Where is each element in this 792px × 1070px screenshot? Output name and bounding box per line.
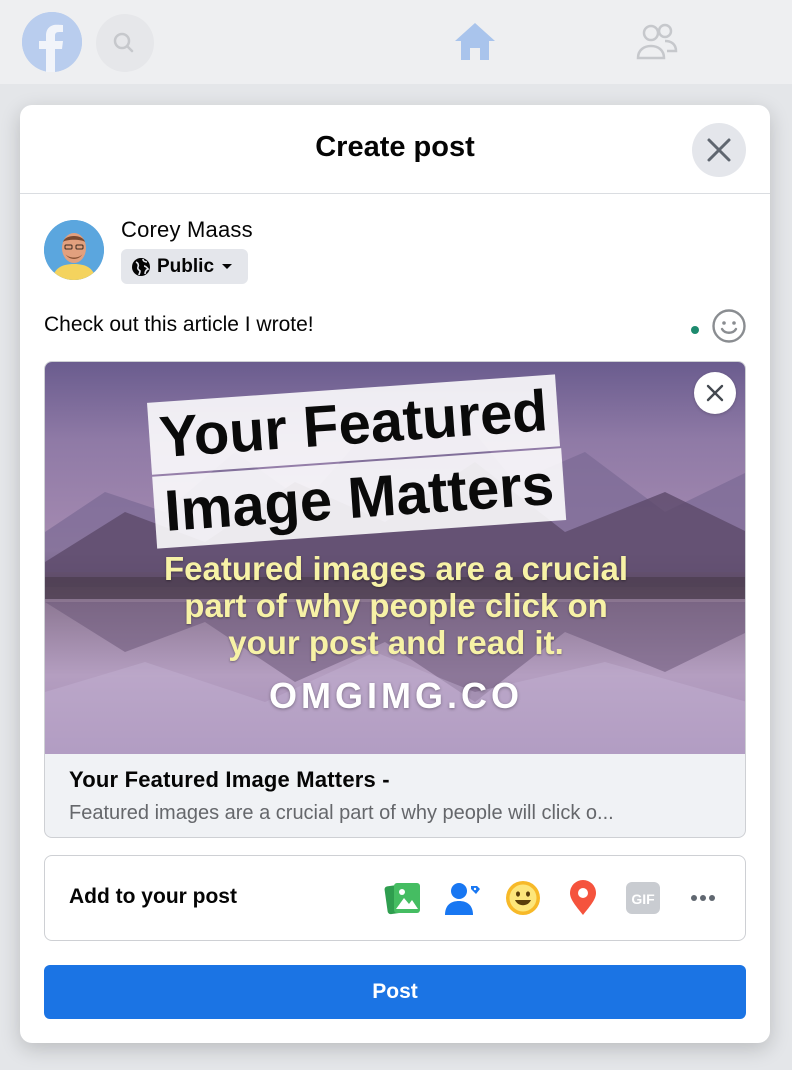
feeling-icon [506, 881, 540, 915]
feeling-activity-button[interactable] [503, 878, 543, 918]
photo-video-button[interactable] [383, 878, 423, 918]
link-preview-title: Your Featured Image Matters - [69, 767, 390, 792]
dialog-header: Create post [20, 105, 770, 194]
facebook-logo-icon[interactable] [22, 12, 82, 72]
close-icon [707, 138, 731, 162]
tag-people-icon [445, 883, 480, 915]
more-icon [691, 895, 715, 901]
audience-selector[interactable]: Public [121, 249, 249, 284]
add-to-post-bar: Add to your post GIF [44, 855, 746, 941]
post-text-input[interactable]: Check out this article I wrote! [44, 313, 314, 337]
author-section: Corey Maass Public [44, 217, 644, 287]
photo-video-icon [384, 883, 420, 915]
gif-icon: GIF [626, 882, 660, 914]
close-button[interactable] [692, 123, 746, 177]
check-in-icon [570, 880, 596, 915]
more-options-button[interactable] [683, 878, 723, 918]
audience-label: Public [157, 255, 215, 277]
post-button[interactable]: Post [44, 965, 746, 1019]
friends-icon[interactable] [634, 22, 680, 67]
avatar [44, 220, 104, 280]
smiley-icon [712, 309, 746, 343]
gif-button[interactable]: GIF [623, 878, 663, 918]
image-subtext: your post and read it. [228, 624, 564, 661]
image-subtext: part of why people click on [184, 587, 608, 624]
home-icon[interactable] [452, 20, 498, 67]
top-navigation-bar [0, 0, 792, 84]
remove-link-preview-button[interactable] [694, 372, 736, 414]
link-preview-image: Your Featured Image Matters Featured ima… [45, 362, 745, 754]
image-brand: OMGIMG.CO [269, 675, 523, 716]
close-icon [706, 384, 724, 402]
search-button[interactable] [96, 14, 154, 72]
globe-icon [132, 257, 150, 276]
add-to-post-label: Add to your post [69, 885, 237, 908]
caret-down-icon [222, 263, 233, 269]
create-post-dialog: Create post Corey Maass Public Check out… [20, 105, 770, 1043]
image-subtext: Featured images are a crucial [163, 550, 629, 587]
link-preview-description: Featured images are a crucial part of wh… [69, 802, 614, 824]
dialog-title: Create post [315, 131, 475, 163]
author-name: Corey Maass [121, 217, 253, 242]
check-in-button[interactable] [563, 878, 603, 918]
emoji-picker-button[interactable] [711, 308, 747, 344]
search-icon [113, 32, 134, 53]
grammar-indicator [691, 326, 699, 334]
tag-people-button[interactable] [443, 878, 483, 918]
svg-text:GIF: GIF [631, 891, 655, 907]
link-preview-card[interactable]: Your Featured Image Matters Featured ima… [44, 361, 746, 838]
image-headline: Your Featured Image Matters [147, 369, 637, 562]
